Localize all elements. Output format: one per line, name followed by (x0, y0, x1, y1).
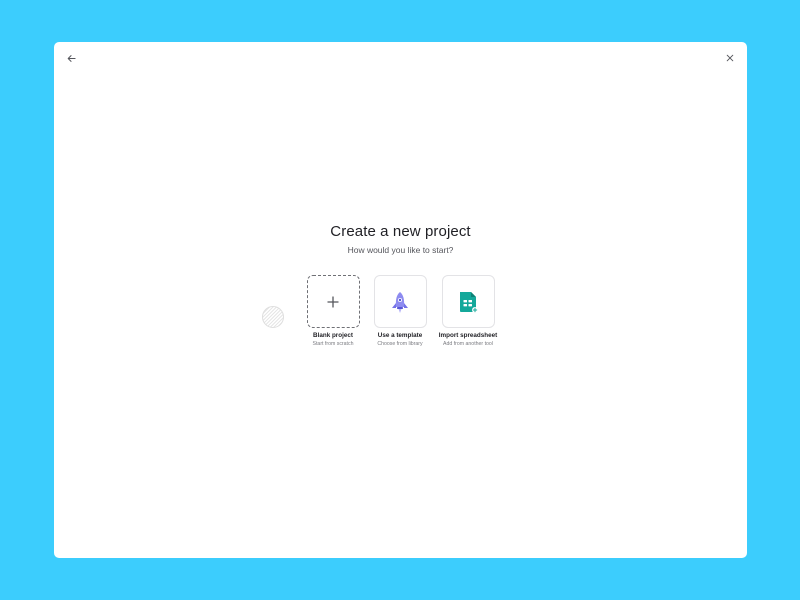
use-template-option[interactable]: Use a template Choose from library (365, 275, 435, 347)
import-spreadsheet-option[interactable]: Import spreadsheet Add from another tool (433, 275, 503, 347)
create-project-dialog: Create a new project How would you like … (54, 42, 747, 558)
dialog-title: Create a new project (330, 223, 471, 240)
blank-project-option[interactable]: Blank project Start from scratch (298, 275, 368, 347)
use-template-tile[interactable] (373, 275, 427, 328)
import-spreadsheet-tile[interactable] (441, 275, 495, 328)
close-icon (726, 54, 734, 62)
arrow-left-icon (67, 54, 76, 62)
blank-project-tile[interactable] (306, 275, 360, 328)
plus-icon (327, 295, 339, 308)
option-description: Start from scratch (312, 341, 354, 347)
close-button[interactable] (722, 50, 738, 66)
spreadsheet-icon (460, 291, 478, 313)
option-description: Add from another tool (443, 341, 493, 347)
option-description: Choose from library (377, 341, 423, 347)
option-label: Blank project (313, 332, 353, 339)
option-label: Import spreadsheet (438, 332, 498, 339)
back-button[interactable] (63, 50, 79, 66)
loading-spinner (262, 306, 284, 328)
option-label: Use a template (377, 332, 423, 339)
rocket-icon (392, 291, 408, 313)
dialog-subtitle: How would you like to start? (347, 245, 454, 255)
